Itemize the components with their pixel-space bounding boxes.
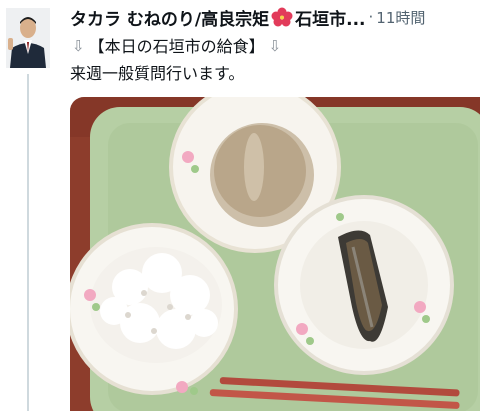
tweet[interactable]: タカラ むねのり/高良宗矩 石垣市... · 11時間 ⇩ 【本日の石垣市の給食… — [0, 0, 480, 411]
text-line-1: ⇩ 【本日の石垣市の給食】 ⇩ — [70, 33, 470, 60]
tweet-text: ⇩ 【本日の石垣市の給食】 ⇩ 来週一般質問行います。 — [70, 33, 470, 87]
author-name[interactable]: タカラ むねのり/高良宗矩 — [70, 5, 269, 30]
down-arrow-icon: ⇩ — [268, 37, 282, 55]
separator-dot: · — [368, 8, 374, 26]
author-name-tail: 石垣市... — [295, 9, 366, 30]
thread-line — [27, 74, 29, 411]
down-arrow-icon: ⇩ — [72, 37, 85, 55]
tweet-header: タカラ むねのり/高良宗矩 石垣市... · 11時間 — [70, 4, 474, 30]
text-body: 来週一般質問行います。 — [70, 64, 245, 83]
attached-photo[interactable] — [70, 97, 480, 411]
avatar[interactable] — [6, 8, 50, 68]
text-headline: 【本日の石垣市の給食】 — [88, 37, 265, 56]
timestamp[interactable]: 11時間 — [376, 7, 425, 28]
text-line-2: 来週一般質問行います。 — [70, 60, 470, 87]
hibiscus-icon — [271, 7, 293, 27]
